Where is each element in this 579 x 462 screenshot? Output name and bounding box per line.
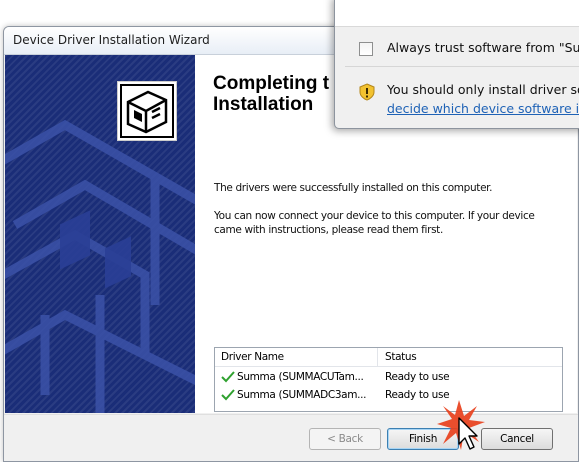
hardware-device-icon <box>117 81 177 141</box>
table-row[interactable]: Summa (SUMMADC3am... Ready to use <box>215 387 562 404</box>
column-header-driver-name[interactable]: Driver Name <box>215 348 378 366</box>
driver-name: Summa (SUMMADC3am... <box>237 389 367 401</box>
security-warning-text: You should only install driver so <box>387 82 579 97</box>
button-bar: < Back Finish Cancel <box>4 414 578 461</box>
table-header: Driver Name Status <box>215 348 562 367</box>
driver-name: Summa (SUMMACUTam... <box>237 371 364 383</box>
table-row[interactable]: Summa (SUMMACUTam... Ready to use <box>215 369 562 386</box>
back-button[interactable]: < Back <box>309 428 381 450</box>
always-trust-label[interactable]: Always trust software from "Su <box>387 40 579 55</box>
green-check-icon <box>221 389 235 401</box>
security-dialog: Always trust software from "Su You shoul… <box>334 0 579 129</box>
divider <box>345 66 579 67</box>
window-title: Device Driver Installation Wizard <box>13 33 210 47</box>
green-check-icon <box>221 371 235 383</box>
always-trust-checkbox[interactable] <box>359 42 373 56</box>
driver-table: Driver Name Status Summa (SUMMACUTam... … <box>214 347 563 412</box>
wizard-heading: Completing t Installation <box>213 73 330 115</box>
security-help-link[interactable]: decide which device software is <box>387 101 579 116</box>
success-message: The drivers were successfully installed … <box>214 182 493 194</box>
shield-warning-icon <box>359 83 375 101</box>
security-dialog-header <box>335 0 579 27</box>
mouse-cursor-click-icon <box>437 400 485 450</box>
cancel-button[interactable]: Cancel <box>481 428 553 450</box>
connect-instructions: You can now connect your device to this … <box>214 210 535 236</box>
column-header-status[interactable]: Status <box>385 351 417 363</box>
driver-status: Ready to use <box>385 371 450 383</box>
wizard-banner <box>5 55 195 413</box>
